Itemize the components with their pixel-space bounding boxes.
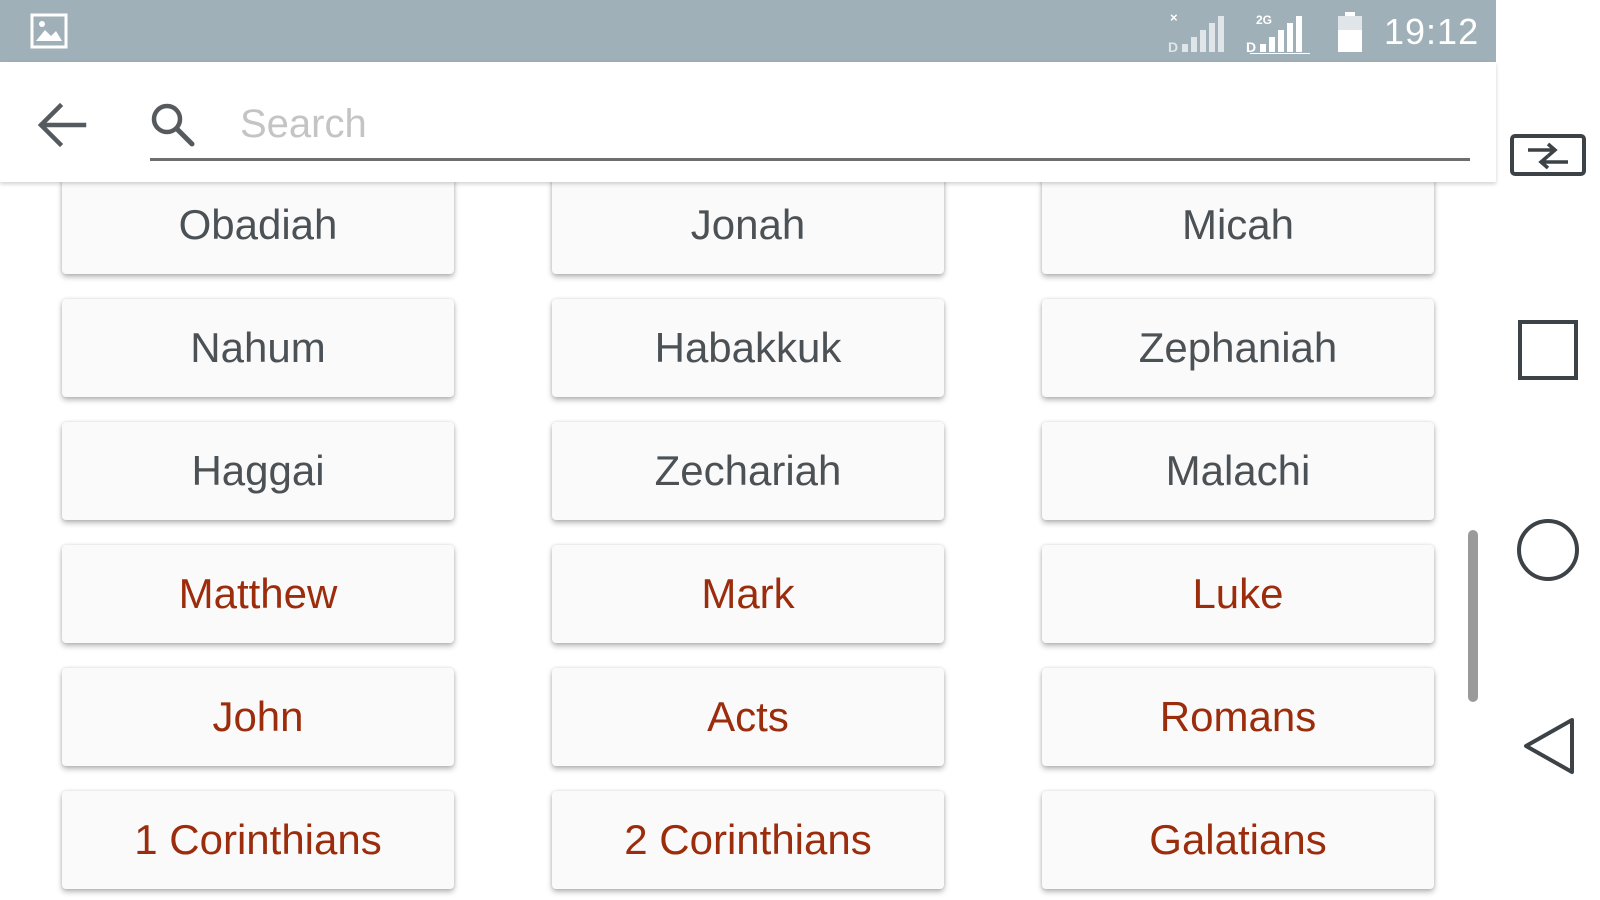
svg-text:×: × xyxy=(1170,10,1178,25)
book-grid: Obadiah Jonah Micah Nahum Habakkuk Zepha… xyxy=(62,182,1434,889)
book-button-malachi[interactable]: Malachi xyxy=(1042,422,1434,520)
svg-text:2G: 2G xyxy=(1256,13,1272,27)
svg-text:D: D xyxy=(1168,39,1178,54)
back-triangle-icon[interactable] xyxy=(1518,714,1578,778)
book-button-nahum[interactable]: Nahum xyxy=(62,299,454,397)
book-button-galatians[interactable]: Galatians xyxy=(1042,791,1434,889)
book-button-1-corinthians[interactable]: 1 Corinthians xyxy=(62,791,454,889)
book-button-2-corinthians[interactable]: 2 Corinthians xyxy=(552,791,944,889)
book-button-matthew[interactable]: Matthew xyxy=(62,545,454,643)
home-circle-icon[interactable] xyxy=(1514,516,1582,584)
book-button-zechariah[interactable]: Zechariah xyxy=(552,422,944,520)
book-button-john[interactable]: John xyxy=(62,668,454,766)
status-time: 19:12 xyxy=(1384,11,1480,52)
book-button-habakkuk[interactable]: Habakkuk xyxy=(552,299,944,397)
book-button-haggai[interactable]: Haggai xyxy=(62,422,454,520)
search-input[interactable] xyxy=(238,90,1472,158)
search-icon xyxy=(151,103,195,147)
book-button-luke[interactable]: Luke xyxy=(1042,545,1434,643)
book-button-mark[interactable]: Mark xyxy=(552,545,944,643)
book-button-romans[interactable]: Romans xyxy=(1042,668,1434,766)
back-arrow-icon[interactable] xyxy=(34,100,90,150)
book-button-zephaniah[interactable]: Zephaniah xyxy=(1042,299,1434,397)
book-button-jonah[interactable]: Jonah xyxy=(552,182,944,274)
search-underline xyxy=(150,158,1470,161)
book-list[interactable]: Obadiah Jonah Micah Nahum Habakkuk Zepha… xyxy=(0,182,1496,900)
recents-square-icon[interactable] xyxy=(1516,318,1580,382)
battery-icon xyxy=(1338,12,1362,52)
signal-2g-icon: 2G D xyxy=(1246,13,1310,54)
book-button-micah[interactable]: Micah xyxy=(1042,182,1434,274)
signal-no-service-icon: × D xyxy=(1168,10,1224,54)
book-button-acts[interactable]: Acts xyxy=(552,668,944,766)
search-toolbar xyxy=(0,62,1496,182)
book-button-obadiah[interactable]: Obadiah xyxy=(62,182,454,274)
screen-rotate-icon[interactable] xyxy=(1508,128,1588,178)
svg-text:D: D xyxy=(1246,39,1256,54)
navigation-bar xyxy=(1496,0,1600,900)
scrollbar-thumb[interactable] xyxy=(1468,530,1478,702)
status-bar: × D 2G D 19:12 xyxy=(0,0,1496,62)
gallery-icon xyxy=(30,13,68,49)
